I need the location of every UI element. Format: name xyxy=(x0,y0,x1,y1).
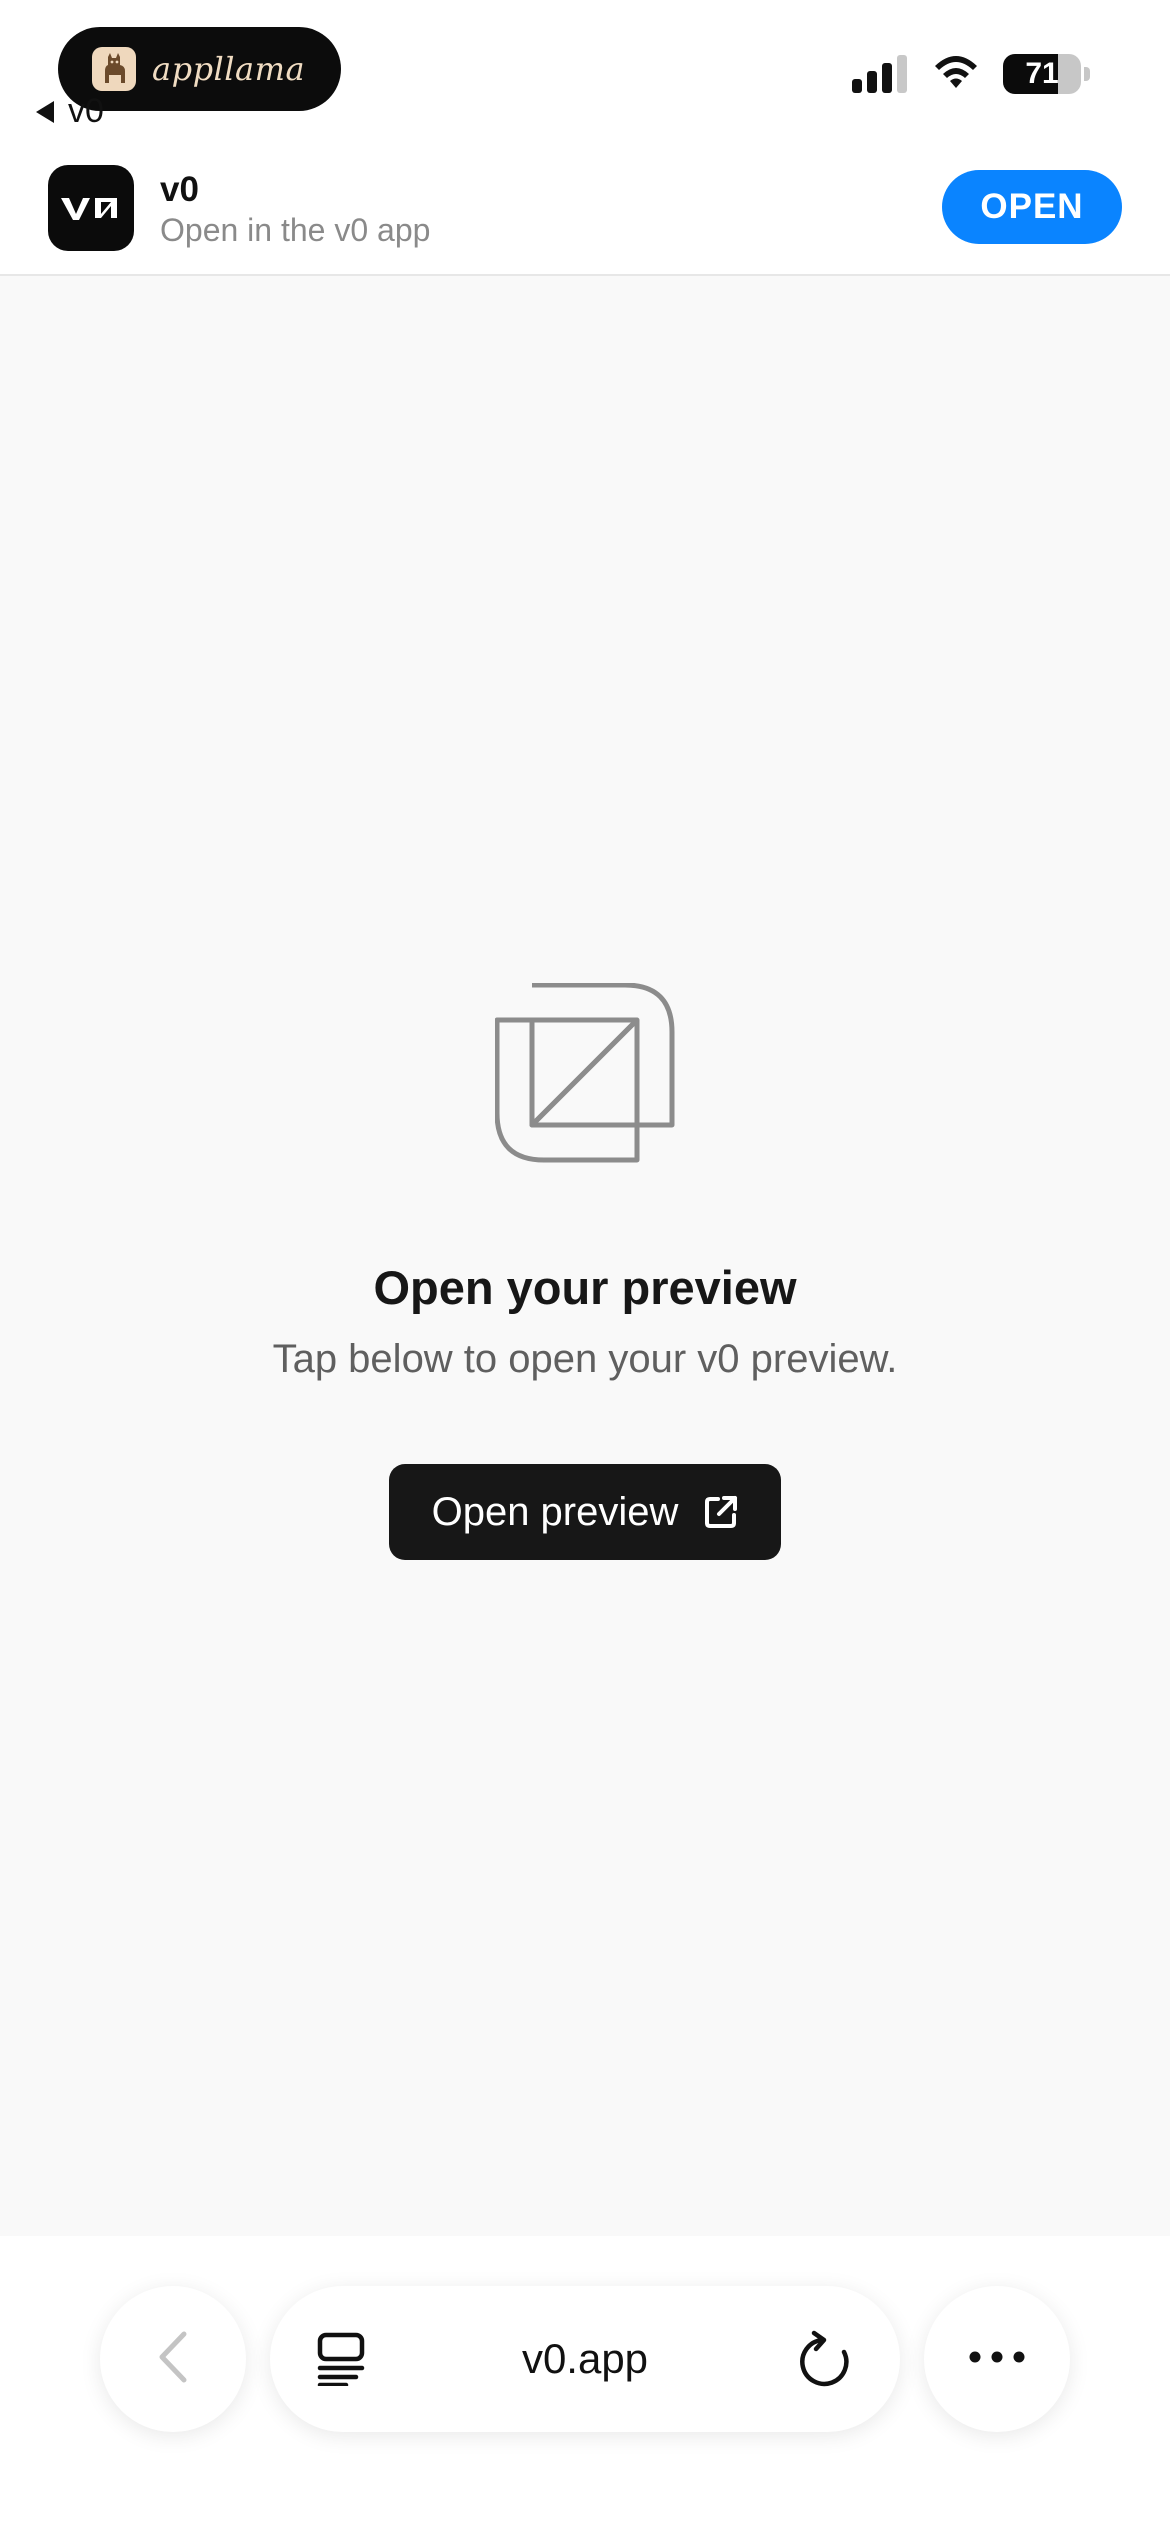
browser-back-button[interactable] xyxy=(100,2286,246,2432)
battery-cap xyxy=(1084,66,1090,81)
more-options-button[interactable] xyxy=(924,2286,1070,2432)
pill-label: appllama xyxy=(152,50,306,88)
battery-icon: 71 xyxy=(1003,53,1081,94)
external-link-icon xyxy=(704,1495,738,1529)
preview-frame-icon xyxy=(494,982,675,1163)
back-triangle-icon xyxy=(36,100,54,123)
status-bar: appllama v0 71 xyxy=(0,0,1170,155)
chevron-left-icon xyxy=(158,2331,188,2388)
battery-level: 71 xyxy=(1025,56,1059,90)
url-bar[interactable]: v0.app xyxy=(270,2286,900,2432)
app-subtitle: Open in the v0 app xyxy=(160,212,431,248)
back-label: v0 xyxy=(68,92,104,130)
page-heading: Open your preview xyxy=(373,1261,797,1314)
ellipsis-icon xyxy=(969,2350,1025,2368)
page-subtitle: Tap below to open your v0 preview. xyxy=(272,1337,898,1381)
smart-app-banner: v0 Open in the v0 app OPEN xyxy=(0,155,1170,276)
reload-icon[interactable] xyxy=(800,2330,854,2393)
open-preview-label: Open preview xyxy=(431,1489,679,1534)
open-app-button[interactable]: OPEN xyxy=(942,170,1122,244)
cellular-signal-icon xyxy=(847,54,907,93)
wifi-icon xyxy=(931,52,981,95)
open-preview-button[interactable]: Open preview xyxy=(389,1464,781,1560)
status-icons: 71 xyxy=(847,52,1090,95)
llama-icon xyxy=(92,47,136,91)
back-to-app-link[interactable]: v0 xyxy=(36,92,104,131)
app-name: v0 xyxy=(160,170,199,209)
v0-app-icon xyxy=(48,165,134,251)
browser-toolbar: v0.app xyxy=(0,2236,1170,2532)
